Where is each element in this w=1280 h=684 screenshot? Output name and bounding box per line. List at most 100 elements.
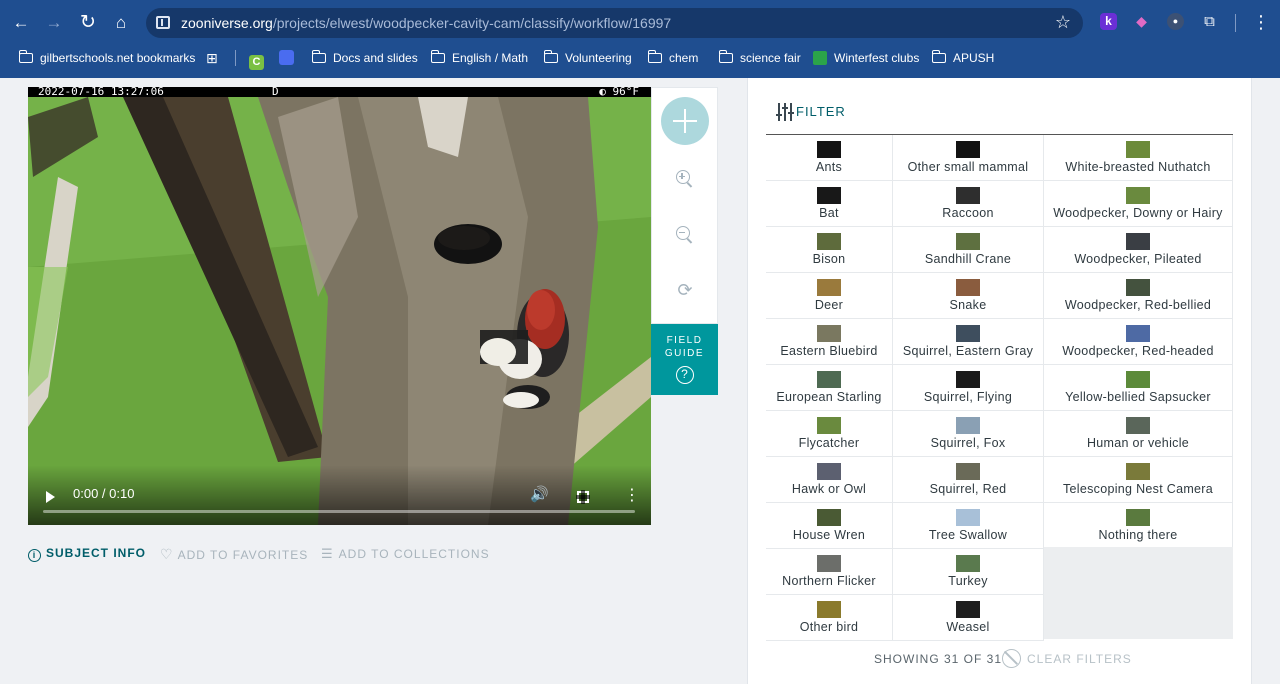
zoom-in-icon[interactable] (676, 170, 694, 188)
choice-item[interactable]: Other bird (766, 595, 893, 641)
stripe-bookmark[interactable] (279, 46, 294, 70)
folder-icon (311, 50, 326, 63)
choice-item[interactable]: White-breasted Nuthatch (1044, 135, 1233, 181)
choice-item[interactable]: Bison (766, 227, 893, 273)
choice-item[interactable]: Squirrel, Eastern Gray (893, 319, 1044, 365)
choice-label: Squirrel, Eastern Gray (902, 344, 1034, 358)
add-to-collections-button[interactable]: ☰ ADD TO COLLECTIONS (321, 546, 490, 562)
choice-item[interactable]: Sandhill Crane (893, 227, 1044, 273)
address-bar[interactable]: zooniverse.org/projects/elwest/woodpecke… (146, 8, 1083, 38)
choice-thumbnail (956, 325, 980, 342)
c-logo-icon: C (249, 55, 264, 70)
zoom-out-icon[interactable] (676, 226, 694, 244)
reset-rotate-icon[interactable]: ⟳ (674, 280, 696, 301)
move-icon[interactable] (661, 97, 709, 145)
choice-item[interactable]: Telescoping Nest Camera (1044, 457, 1233, 503)
choice-label: Human or vehicle (1086, 436, 1190, 450)
apps-grid-icon[interactable]: ⊞ (206, 46, 218, 70)
k-extension-icon[interactable]: k (1100, 13, 1117, 30)
bookmark-science-fair[interactable]: science fair (718, 46, 801, 70)
choice-label: Squirrel, Fox (930, 436, 1006, 450)
fullscreen-icon[interactable] (576, 490, 590, 504)
dots-extension-icon[interactable]: ● (1167, 13, 1184, 30)
bookmark-star-icon[interactable]: ☆ (1055, 12, 1071, 33)
choice-item[interactable]: Weasel (893, 595, 1044, 641)
choice-item[interactable]: Squirrel, Flying (893, 365, 1044, 411)
home-icon[interactable]: ⌂ (109, 11, 133, 35)
choice-label: Woodpecker, Red-bellied (1064, 298, 1212, 312)
folder-icon (647, 50, 662, 63)
camera-extension-icon[interactable]: ◆ (1133, 13, 1150, 30)
volume-icon[interactable]: 🔊 (530, 485, 549, 503)
forward-arrow-icon[interactable]: → (42, 11, 66, 35)
choice-item[interactable]: Woodpecker, Red-bellied (1044, 273, 1233, 319)
bookmark-chem[interactable]: chem (647, 46, 698, 70)
choice-thumbnail (817, 509, 841, 526)
choice-thumbnail (817, 279, 841, 296)
choice-thumbnail (817, 417, 841, 434)
bookmark-english-math[interactable]: English / Math (430, 46, 528, 70)
choice-item[interactable]: Squirrel, Fox (893, 411, 1044, 457)
choice-item[interactable]: Nothing there (1044, 503, 1233, 549)
subject-video[interactable]: 2022-07-16 13:27:06 D ◐ 96°F 0:00 / 0:10… (28, 87, 651, 525)
choice-item[interactable]: Ants (766, 135, 893, 181)
sheets-icon (813, 51, 827, 65)
choice-item[interactable]: Other small mammal (893, 135, 1044, 181)
clear-filters-icon[interactable] (1002, 649, 1021, 668)
choice-item[interactable]: European Starling (766, 365, 893, 411)
bookmark-winterfest[interactable]: Winterfest clubs (813, 46, 919, 70)
choice-label: Bison (812, 252, 846, 266)
field-guide-line2: GUIDE (664, 348, 705, 359)
choice-item[interactable]: Hawk or Owl (766, 457, 893, 503)
folder-icon (430, 50, 445, 63)
bookmark-apush[interactable]: APUSH (931, 46, 994, 70)
subject-info-button[interactable]: i SUBJECT INFO (28, 546, 146, 562)
reload-icon[interactable]: ↻ (76, 11, 100, 35)
choice-label: Eastern Bluebird (780, 344, 878, 358)
folder-icon (931, 50, 946, 63)
video-seek-bar[interactable] (43, 510, 635, 513)
choice-label: Ants (815, 160, 843, 174)
choice-label: Other small mammal (907, 160, 1029, 174)
heart-icon: ♡ (160, 546, 174, 562)
choice-item[interactable]: Raccoon (893, 181, 1044, 227)
list-icon: ☰ (321, 546, 334, 561)
classkick-bookmark[interactable]: C (249, 46, 264, 70)
add-to-favorites-button[interactable]: ♡ ADD TO FAVORITES (160, 546, 308, 563)
choice-thumbnail (817, 463, 841, 480)
browser-menu-icon[interactable]: ⋮ (1252, 12, 1270, 32)
field-guide-button[interactable]: FIELD GUIDE ? (651, 324, 718, 395)
choice-item[interactable]: Woodpecker, Red-headed (1044, 319, 1233, 365)
choice-thumbnail (956, 601, 980, 618)
extensions-puzzle-icon[interactable]: ⧉ (1201, 13, 1218, 30)
field-guide-line1: FIELD (666, 335, 703, 346)
choice-item[interactable]: Human or vehicle (1044, 411, 1233, 457)
play-icon[interactable] (46, 491, 55, 503)
bookmark-docs-slides[interactable]: Docs and slides (311, 46, 418, 70)
choice-item[interactable]: Squirrel, Red (893, 457, 1044, 503)
choice-label: Other bird (799, 620, 859, 634)
video-controls: 0:00 / 0:10 🔊 ⋮ (28, 465, 651, 525)
choice-item[interactable]: Northern Flicker (766, 549, 893, 595)
choice-item[interactable]: Deer (766, 273, 893, 319)
choice-label: Turkey (948, 574, 988, 588)
choice-item[interactable]: Snake (893, 273, 1044, 319)
choice-item[interactable]: Eastern Bluebird (766, 319, 893, 365)
bookmark-volunteering[interactable]: Volunteering (543, 46, 632, 70)
choice-item[interactable]: Bat (766, 181, 893, 227)
bookmark-gilbertschools[interactable]: gilbertschools.net bookmarks (18, 46, 195, 70)
choice-item[interactable]: Woodpecker, Downy or Hairy (1044, 181, 1233, 227)
site-info-icon[interactable] (156, 16, 170, 29)
choice-item[interactable]: Yellow-bellied Sapsucker (1044, 365, 1233, 411)
choice-item[interactable]: Turkey (893, 549, 1044, 595)
choice-item[interactable]: Tree Swallow (893, 503, 1044, 549)
video-frame (28, 97, 651, 525)
clear-filters-button[interactable]: CLEAR FILTERS (1027, 652, 1132, 666)
nest-tree-scene (28, 97, 651, 525)
video-menu-icon[interactable]: ⋮ (624, 485, 640, 505)
back-arrow-icon[interactable]: ← (9, 11, 33, 35)
choice-item[interactable]: Flycatcher (766, 411, 893, 457)
choice-item[interactable]: Woodpecker, Pileated (1044, 227, 1233, 273)
choice-item[interactable]: House Wren (766, 503, 893, 549)
url-text[interactable]: zooniverse.org/projects/elwest/woodpecke… (181, 15, 671, 31)
